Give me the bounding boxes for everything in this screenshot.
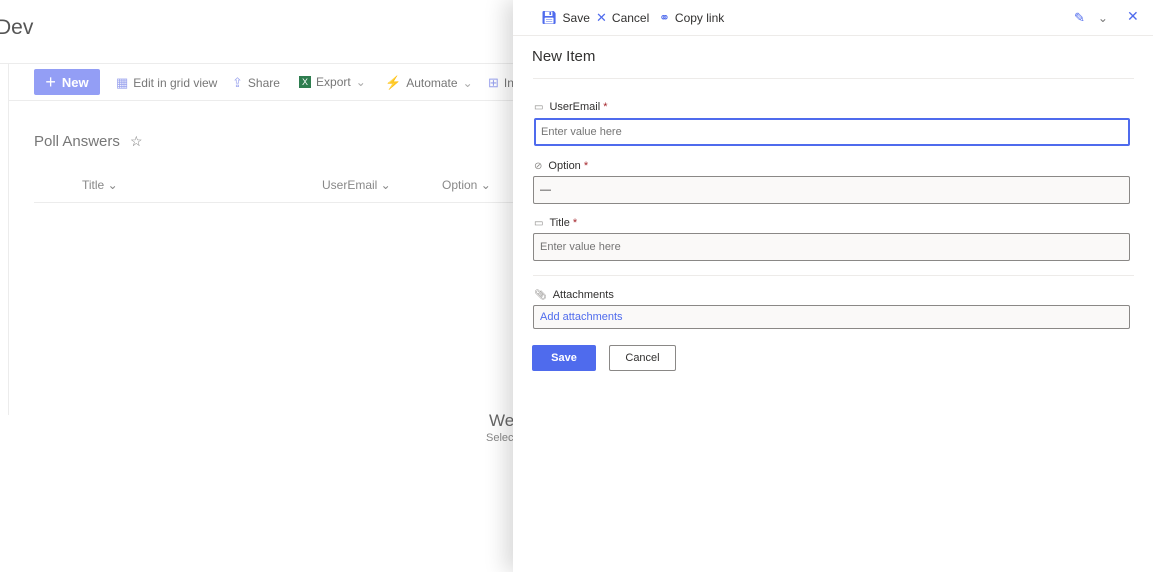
list-title: Poll Answers ☆ bbox=[34, 133, 143, 150]
column-header-title[interactable]: Title ⌄ bbox=[82, 178, 118, 192]
new-button[interactable]: + New bbox=[34, 69, 100, 95]
share-icon: ⇪ bbox=[232, 75, 243, 90]
title-input[interactable] bbox=[533, 233, 1130, 261]
chevron-down-icon: ⌄ bbox=[462, 76, 473, 90]
chevron-down-icon: ⌄ bbox=[1097, 11, 1108, 25]
edit-form-button[interactable]: ✎ ⌄ bbox=[1074, 10, 1108, 26]
excel-icon: X bbox=[299, 76, 312, 88]
edit-grid-button[interactable]: ▦ Edit in grid view bbox=[116, 75, 217, 91]
add-attachments-link[interactable]: Add attachments bbox=[540, 311, 623, 323]
export-button[interactable]: X Export ⌄ bbox=[299, 75, 366, 89]
new-item-panel: 💾︎ Save ✕ Cancel ⚭ Copy link ✎ ⌄ ✕ New Item … bbox=[513, 0, 1153, 572]
toolbar-cancel-button[interactable]: ✕ Cancel bbox=[596, 10, 649, 26]
text-field-icon: ▭ bbox=[534, 217, 544, 229]
site-title: Dev bbox=[0, 16, 34, 39]
automate-button[interactable]: ⚡ Automate ⌄ bbox=[385, 75, 473, 91]
cancel-button[interactable]: Cancel bbox=[609, 345, 676, 371]
attachments-label: 📎︎ Attachments bbox=[534, 289, 614, 301]
favorite-star-icon[interactable]: ☆ bbox=[130, 133, 143, 149]
panel-toolbar: 💾︎ Save ✕ Cancel ⚭ Copy link ✎ ⌄ ✕ bbox=[513, 0, 1153, 36]
toolbar-save-button[interactable]: 💾︎ Save bbox=[541, 10, 590, 26]
close-panel-icon[interactable]: ✕ bbox=[1127, 8, 1139, 25]
integrate-button[interactable]: ⊞ In bbox=[488, 75, 514, 91]
grid-icon: ▦ bbox=[116, 75, 129, 90]
column-header-useremail[interactable]: UserEmail ⌄ bbox=[322, 178, 391, 192]
panel-title: New Item bbox=[532, 48, 596, 65]
plus-icon: + bbox=[45, 71, 56, 92]
copy-link-button[interactable]: ⚭ Copy link bbox=[659, 10, 724, 26]
chevron-down-icon: ⌄ bbox=[355, 75, 366, 89]
title-label: ▭ Title * bbox=[534, 217, 578, 229]
close-icon: ✕ bbox=[596, 10, 607, 25]
share-button[interactable]: ⇪ Share bbox=[232, 75, 280, 91]
empty-state-title: We bbox=[489, 411, 515, 430]
option-dropdown[interactable]: — bbox=[533, 176, 1130, 204]
choice-icon: ⊘ bbox=[534, 160, 543, 172]
integrate-icon: ⊞ bbox=[488, 75, 499, 90]
edit-form-icon: ✎ bbox=[1074, 10, 1085, 25]
empty-state-subtitle: Selec bbox=[486, 432, 514, 444]
useremail-label: ▭ UserEmail * bbox=[534, 101, 608, 113]
option-label: ⊘ Option * bbox=[534, 160, 589, 172]
useremail-input[interactable] bbox=[534, 118, 1130, 146]
column-header-option[interactable]: Option ⌄ bbox=[442, 178, 491, 192]
automate-icon: ⚡ bbox=[385, 75, 402, 90]
paperclip-icon: 📎︎ bbox=[534, 289, 547, 301]
save-icon: 💾︎ bbox=[541, 10, 558, 25]
save-button[interactable]: Save bbox=[532, 345, 596, 371]
link-icon: ⚭ bbox=[659, 10, 670, 25]
attachments-field: Add attachments bbox=[533, 305, 1130, 329]
text-field-icon: ▭ bbox=[534, 101, 544, 113]
